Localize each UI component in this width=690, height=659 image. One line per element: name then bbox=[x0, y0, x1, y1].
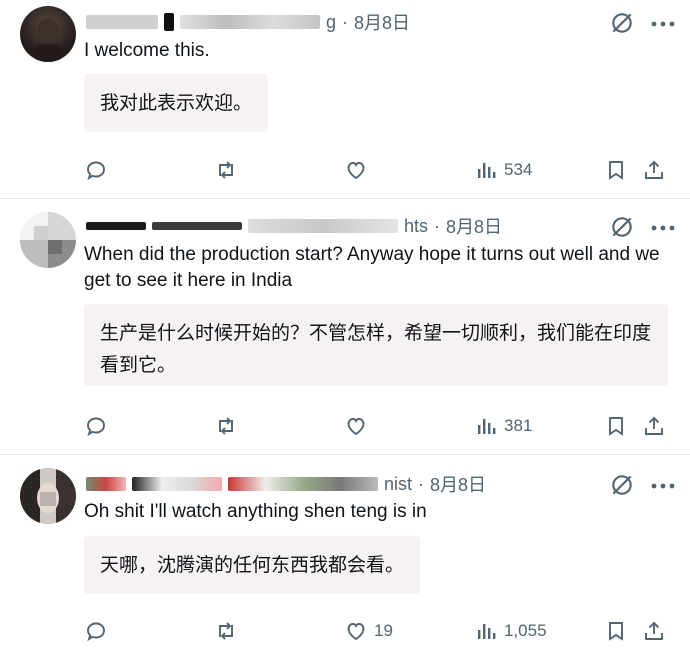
avatar[interactable] bbox=[20, 468, 76, 524]
share-button[interactable] bbox=[642, 154, 666, 186]
more-icon[interactable] bbox=[648, 476, 678, 496]
like-icon bbox=[347, 162, 365, 180]
tweet[interactable]: hts · 8月8日 When did the production start… bbox=[0, 200, 690, 452]
redacted-name bbox=[86, 222, 146, 230]
handle-fragment: hts bbox=[404, 215, 429, 236]
reply-icon bbox=[87, 622, 105, 642]
views-icon bbox=[478, 624, 496, 639]
redacted-handle bbox=[180, 15, 320, 29]
tweet-date[interactable]: 8月8日 bbox=[430, 471, 486, 497]
retweet-button[interactable] bbox=[214, 154, 244, 186]
reply-button[interactable] bbox=[84, 410, 114, 442]
meta-separator: · bbox=[342, 11, 349, 32]
tweet-text: I welcome this. bbox=[84, 40, 210, 61]
handle-fragment: g bbox=[326, 11, 337, 32]
tweet-date[interactable]: 8月8日 bbox=[354, 9, 410, 35]
views-icon bbox=[478, 419, 496, 434]
retweet-button[interactable] bbox=[214, 615, 244, 647]
tweet-header: hts · 8月8日 bbox=[86, 212, 502, 240]
like-button[interactable]: 19 bbox=[344, 615, 393, 647]
divider bbox=[0, 454, 690, 455]
grok-icon[interactable] bbox=[609, 10, 635, 36]
reply-icon bbox=[87, 161, 105, 181]
like-icon bbox=[347, 623, 365, 641]
meta-separator: · bbox=[418, 473, 425, 494]
reply-button[interactable] bbox=[84, 615, 114, 647]
retweet-button[interactable] bbox=[214, 410, 244, 442]
like-count: 19 bbox=[374, 621, 393, 640]
bookmark-button[interactable] bbox=[604, 410, 628, 442]
views-icon bbox=[478, 163, 496, 178]
share-button[interactable] bbox=[642, 410, 666, 442]
views-count: 1,055 bbox=[504, 621, 547, 640]
redacted-name bbox=[164, 13, 174, 31]
avatar[interactable] bbox=[20, 212, 76, 268]
action-bar: 534 bbox=[84, 154, 674, 186]
tweet[interactable]: nist · 8月8日 Oh shit I'll watch anything … bbox=[0, 456, 690, 659]
translation-box: 我对此表示欢迎。 bbox=[84, 74, 268, 132]
bookmark-icon bbox=[609, 417, 623, 436]
views-button[interactable]: 381 bbox=[474, 410, 532, 442]
divider bbox=[0, 198, 690, 199]
like-button[interactable] bbox=[344, 154, 374, 186]
tweet-header: nist · 8月8日 bbox=[86, 470, 486, 498]
bookmark-button[interactable] bbox=[604, 154, 628, 186]
redacted-name bbox=[86, 15, 158, 29]
reply-button[interactable] bbox=[84, 154, 114, 186]
meta-separator: · bbox=[434, 215, 441, 236]
tweet-date[interactable]: 8月8日 bbox=[446, 213, 502, 239]
reply-icon bbox=[87, 417, 105, 437]
like-icon bbox=[347, 418, 365, 436]
retweet-icon bbox=[219, 622, 233, 640]
redacted-handle bbox=[248, 219, 398, 233]
tweet-text: When did the production start? Anyway ho… bbox=[84, 244, 660, 291]
share-button[interactable] bbox=[642, 615, 666, 647]
more-icon[interactable] bbox=[648, 218, 678, 238]
like-button[interactable] bbox=[344, 410, 374, 442]
retweet-icon bbox=[219, 161, 233, 179]
bookmark-icon bbox=[609, 622, 623, 641]
tweet-text: Oh shit I'll watch anything shen teng is… bbox=[84, 501, 427, 522]
handle-fragment: nist bbox=[384, 473, 413, 494]
tweet-header: g · 8月8日 bbox=[86, 8, 410, 36]
avatar[interactable] bbox=[20, 6, 76, 62]
retweet-icon bbox=[219, 417, 233, 435]
redacted-name bbox=[152, 222, 242, 230]
views-count: 534 bbox=[504, 160, 533, 179]
grok-icon[interactable] bbox=[609, 214, 635, 240]
views-button[interactable]: 1,055 bbox=[474, 615, 547, 647]
translation-box: 生产是什么时候开始的？不管怎样，希望一切顺利，我们能在印度看到它。 bbox=[84, 304, 668, 386]
translation-box: 天哪，沈腾演的任何东西我都会看。 bbox=[84, 536, 420, 594]
bookmark-icon bbox=[609, 161, 623, 180]
action-bar: 381 bbox=[84, 410, 674, 442]
share-icon bbox=[645, 160, 663, 179]
redacted-name bbox=[132, 477, 222, 491]
redacted-name bbox=[86, 477, 126, 491]
bookmark-button[interactable] bbox=[604, 615, 628, 647]
share-icon bbox=[645, 416, 663, 435]
action-bar: 19 1,055 bbox=[84, 615, 674, 647]
share-icon bbox=[645, 621, 663, 640]
views-count: 381 bbox=[504, 416, 533, 435]
redacted-handle bbox=[228, 477, 378, 491]
grok-icon[interactable] bbox=[609, 472, 635, 498]
tweet[interactable]: g · 8月8日 I welcome this. 我对此表示欢迎。 534 bbox=[0, 0, 690, 196]
views-button[interactable]: 534 bbox=[474, 154, 532, 186]
more-icon[interactable] bbox=[648, 14, 678, 34]
